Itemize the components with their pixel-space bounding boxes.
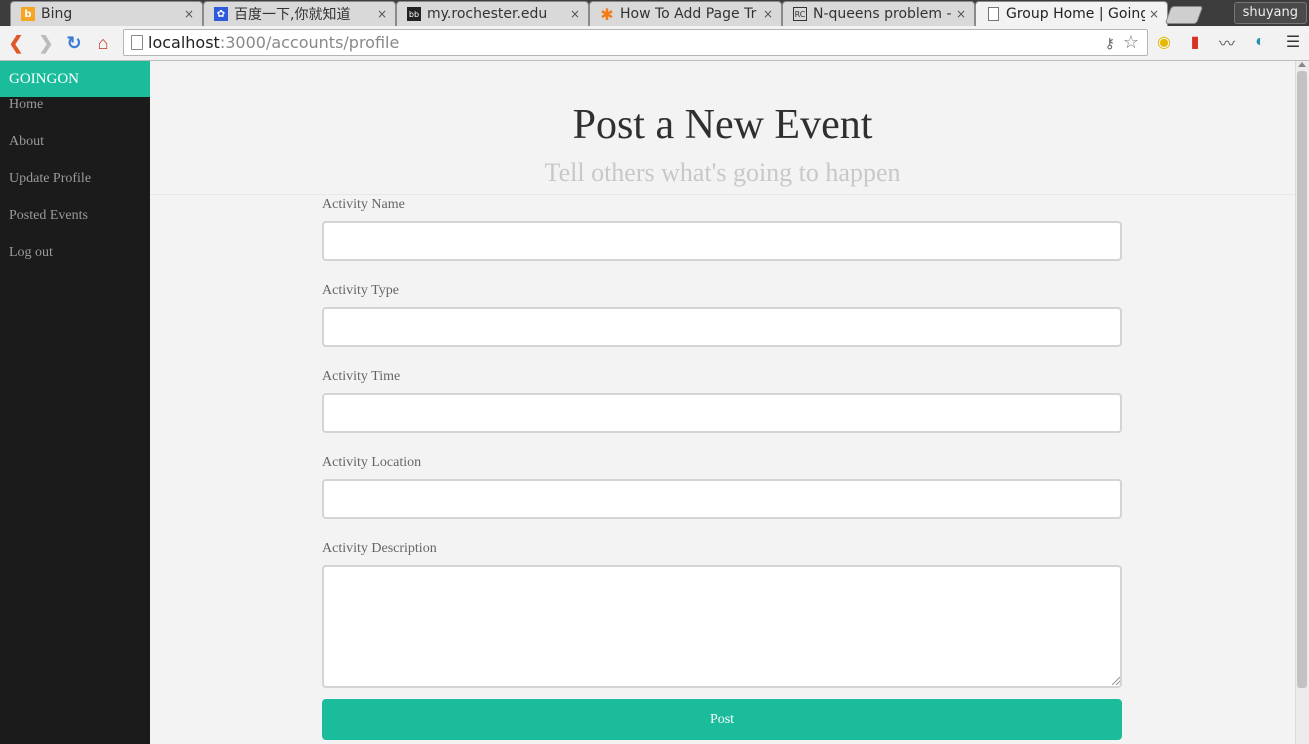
tab-title: my.rochester.edu xyxy=(427,6,548,22)
sidebar-item-update-profile[interactable]: Update Profile xyxy=(0,171,150,208)
extension-pulse-icon[interactable]: 〰 xyxy=(1217,32,1237,53)
sidebar-item-home[interactable]: Home xyxy=(0,97,150,134)
activity-name-label: Activity Name xyxy=(322,197,405,212)
asterisk-icon: ✱ xyxy=(600,4,614,24)
extension-wave-icon[interactable]: ◐ xyxy=(1250,32,1270,52)
brand-logo[interactable]: GOINGON xyxy=(0,61,150,97)
page-icon xyxy=(986,7,1000,21)
new-tab-button[interactable] xyxy=(1164,6,1204,24)
sidebar: GOINGON Home About Update Profile Posted… xyxy=(0,61,150,744)
profile-user-button[interactable]: shuyang xyxy=(1233,2,1307,24)
activity-time-label: Activity Time xyxy=(322,369,401,384)
browser-tab-page-transitions[interactable]: ✱ How To Add Page Tr × xyxy=(589,1,782,26)
browser-tab-bing[interactable]: b Bing × xyxy=(10,1,203,26)
scroll-up-arrow-icon[interactable] xyxy=(1298,62,1306,67)
forward-arrow-icon[interactable]: ❯ xyxy=(35,32,57,54)
sidebar-item-log-out[interactable]: Log out xyxy=(0,245,150,282)
page-scrollbar[interactable] xyxy=(1295,61,1309,744)
home-icon[interactable]: ⌂ xyxy=(92,32,114,54)
tab-close-icon[interactable]: × xyxy=(956,7,966,21)
rosetta-code-icon: RC xyxy=(793,7,807,21)
page-header: Post a New Event Tell others what's goin… xyxy=(150,61,1295,195)
tab-close-icon[interactable]: × xyxy=(763,7,773,21)
menu-icon[interactable]: ☰ xyxy=(1283,32,1303,52)
activity-location-label: Activity Location xyxy=(322,455,422,470)
tab-title: How To Add Page Tr xyxy=(620,6,757,22)
key-icon[interactable]: ⚷ xyxy=(1105,32,1115,57)
browser-tab-baidu[interactable]: ✿ 百度一下,你就知道 × xyxy=(203,1,396,26)
tab-title: 百度一下,你就知道 xyxy=(234,7,351,23)
scrollbar-thumb[interactable] xyxy=(1297,71,1307,688)
bookmark-star-icon[interactable]: ☆ xyxy=(1123,30,1139,55)
tab-close-icon[interactable]: × xyxy=(184,7,194,21)
sidebar-item-about[interactable]: About xyxy=(0,134,150,171)
activity-location-input[interactable] xyxy=(322,479,1122,519)
back-arrow-icon[interactable]: ❮ xyxy=(5,32,27,54)
extension-checkmark-icon[interactable]: ◉ xyxy=(1154,32,1174,52)
url-host: localhost xyxy=(148,33,220,52)
activity-type-input[interactable] xyxy=(322,307,1122,347)
page-title: Post a New Event xyxy=(572,102,873,148)
tab-title: N-queens problem - xyxy=(813,6,952,22)
browser-toolbar: ❮ ❯ ↻ ⌂ localhost:3000/accounts/profile … xyxy=(0,26,1309,61)
address-bar[interactable]: localhost:3000/accounts/profile ⚷ ☆ xyxy=(123,29,1148,56)
url-path: :3000/accounts/profile xyxy=(219,33,400,52)
activity-time-input[interactable] xyxy=(322,393,1122,433)
browser-tab-n-queens[interactable]: RC N-queens problem - × xyxy=(782,1,975,26)
resize-grip-icon[interactable] xyxy=(1112,677,1120,685)
page-info-icon xyxy=(131,35,143,50)
baidu-paw-icon: ✿ xyxy=(214,7,228,21)
bing-icon: b xyxy=(21,7,35,21)
activity-type-label: Activity Type xyxy=(322,283,399,298)
extension-bookmark-icon[interactable]: ▮ xyxy=(1185,32,1205,52)
activity-description-textarea[interactable] xyxy=(322,565,1122,688)
browser-tab-strip: b Bing × ✿ 百度一下,你就知道 × bb my.rochester.e… xyxy=(0,0,1309,26)
reload-icon[interactable]: ↻ xyxy=(63,32,85,54)
tab-title: Bing xyxy=(41,6,73,22)
browser-tab-group-home[interactable]: Group Home | Going × xyxy=(975,1,1168,26)
tab-close-icon[interactable]: × xyxy=(1149,7,1159,21)
main-content: Post a New Event Tell others what's goin… xyxy=(150,61,1295,744)
browser-tab-rochester[interactable]: bb my.rochester.edu × xyxy=(396,1,589,26)
tab-title: Group Home | Going xyxy=(1006,6,1145,22)
activity-description-label: Activity Description xyxy=(322,541,437,556)
tab-close-icon[interactable]: × xyxy=(570,7,580,21)
post-button[interactable]: Post xyxy=(322,699,1122,740)
tab-close-icon[interactable]: × xyxy=(377,7,387,21)
rochester-icon: bb xyxy=(407,7,421,21)
activity-name-input[interactable] xyxy=(322,221,1122,261)
sidebar-item-posted-events[interactable]: Posted Events xyxy=(0,208,150,245)
page-subtitle: Tell others what's going to happen xyxy=(544,158,901,187)
